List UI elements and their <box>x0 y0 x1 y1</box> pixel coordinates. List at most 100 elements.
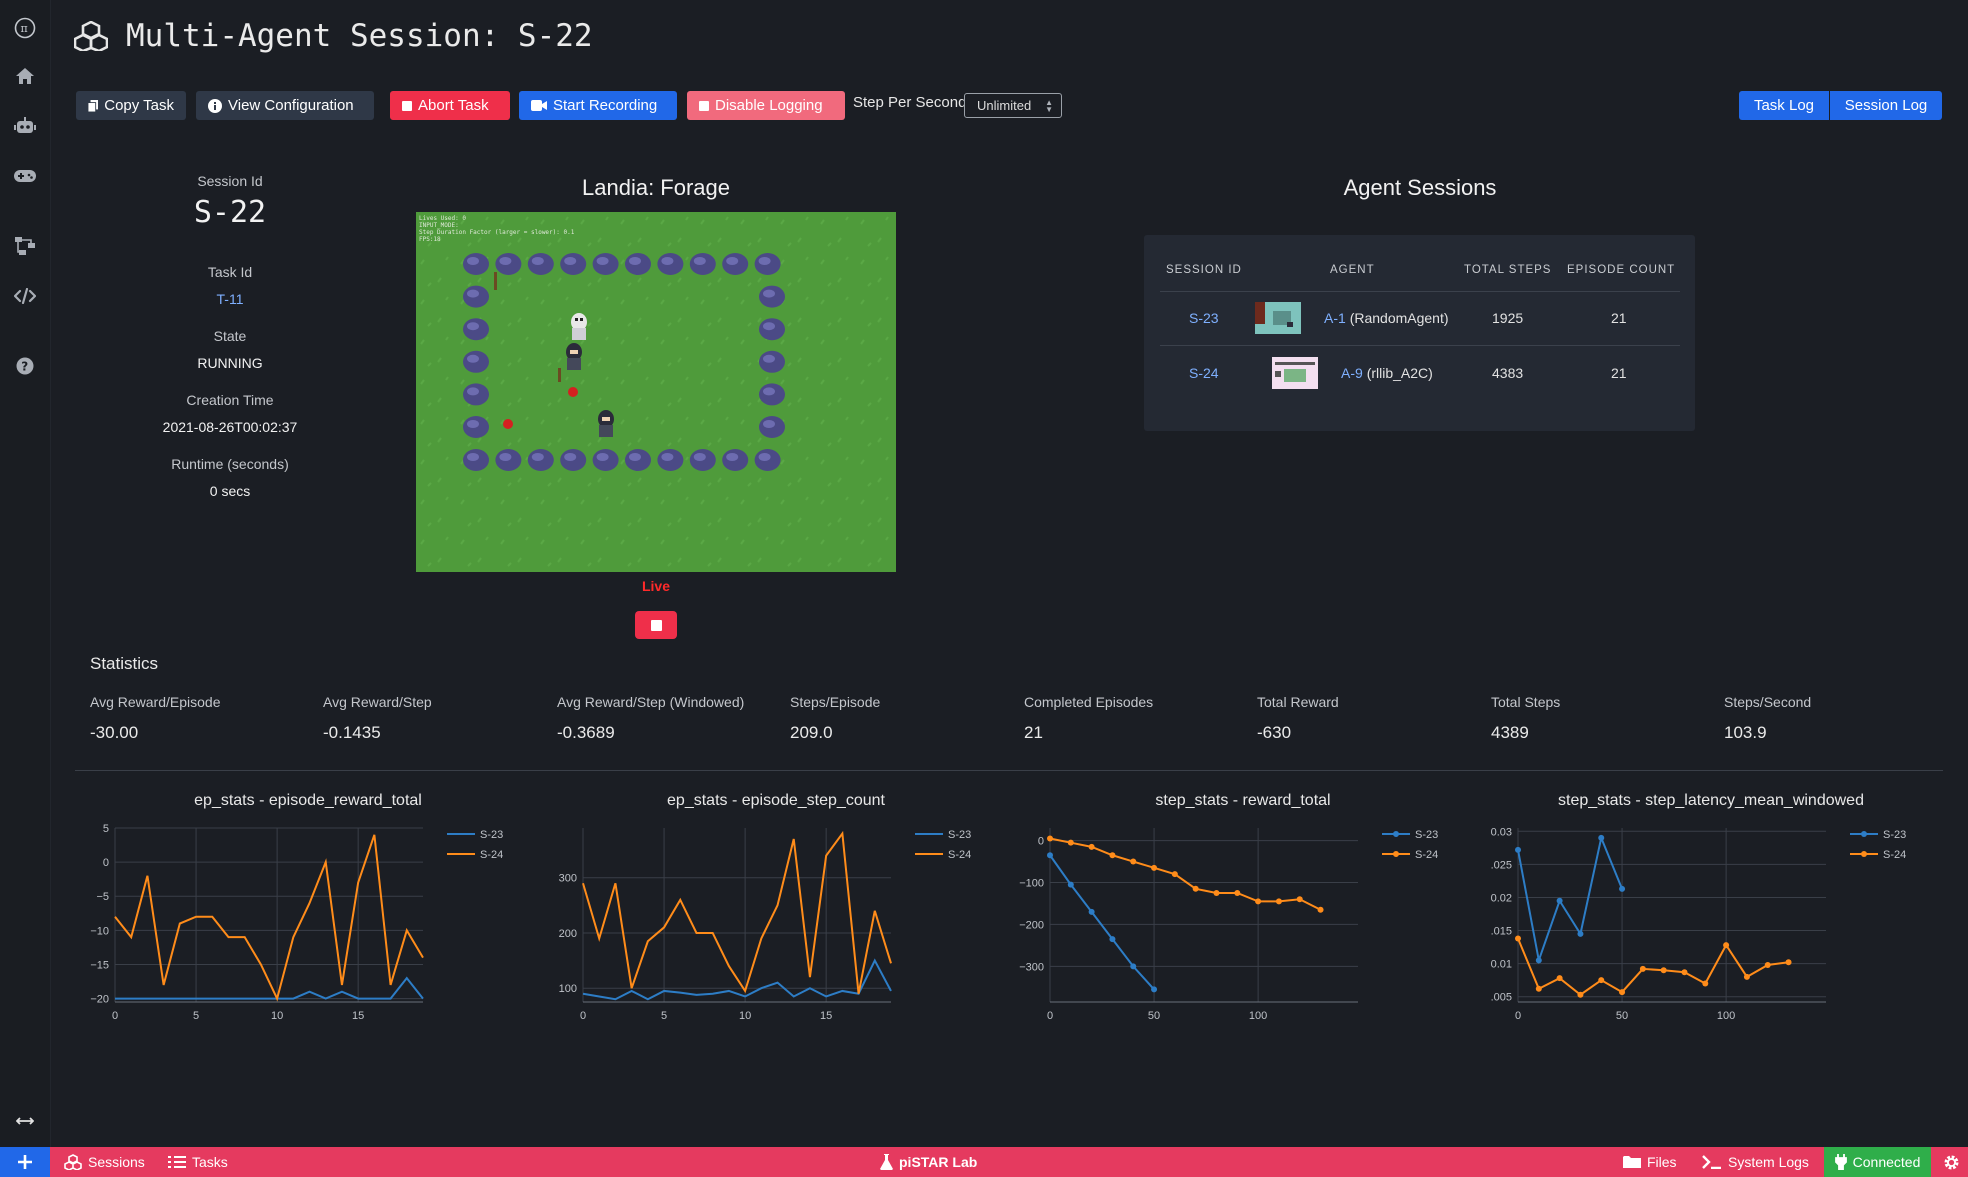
data-point <box>1535 985 1542 992</box>
rock-tile <box>759 318 785 341</box>
chart-step-latency: 0 50 100 0.03 .025 0.02 .015 0.01 .005 S-23 S-24 <box>1491 826 1907 1022</box>
series-line-S-23 <box>1049 854 1155 991</box>
legend-label[interactable]: S-24 <box>480 849 503 861</box>
system-logs-nav[interactable]: System Logs <box>1702 1147 1809 1177</box>
rock-tile <box>463 350 489 373</box>
task-log-button[interactable]: Task Log <box>1739 91 1829 120</box>
creation-time-value: 2021-08-26T00:02:37 <box>162 419 298 435</box>
legend-label[interactable]: S-23 <box>948 829 971 841</box>
session-log-label: Session Log <box>1844 97 1928 114</box>
files-nav[interactable]: Files <box>1623 1147 1677 1177</box>
x-tick-label: 0 <box>112 1010 118 1022</box>
data-point <box>1067 839 1074 846</box>
y-tick-label: 0 <box>1038 836 1044 848</box>
legend-label[interactable]: S-24 <box>948 849 971 861</box>
rock-tile <box>722 449 749 471</box>
agent-link-a1[interactable]: A-1 <box>1324 310 1346 326</box>
stat-value: -630 <box>1257 723 1292 742</box>
data-point <box>1577 930 1584 937</box>
gamepad-icon[interactable] <box>12 163 38 189</box>
start-recording-button[interactable]: Start Recording <box>519 91 677 120</box>
list-icon <box>168 1156 186 1168</box>
stat-label: Avg Reward/Step <box>323 694 432 710</box>
y-tick-label: −20 <box>90 994 109 1006</box>
data-point <box>1556 897 1563 904</box>
game-render: Lives Used: 0INPUT_MODE:Step Duration Fa… <box>416 212 896 572</box>
code-icon[interactable] <box>12 283 38 309</box>
episode-count-cell: 21 <box>1611 310 1627 326</box>
task-log-label: Task Log <box>1753 97 1815 114</box>
runtime-value: 0 secs <box>209 483 251 499</box>
rock-tile <box>759 285 785 308</box>
agent-thumbnail <box>1255 302 1301 334</box>
series-line-S-23 <box>1517 834 1623 965</box>
rock-tile <box>527 449 554 471</box>
terminal-icon <box>1702 1155 1721 1169</box>
legend-label[interactable]: S-23 <box>480 829 503 841</box>
rock-tile <box>463 253 489 275</box>
y-tick-label: −300 <box>1019 961 1044 973</box>
disable-logging-button[interactable]: Disable Logging <box>687 91 845 120</box>
stop-game-button[interactable] <box>635 611 677 639</box>
workflow-icon[interactable] <box>12 233 38 259</box>
session-link-s23[interactable]: S-23 <box>1189 310 1219 326</box>
column-header: EPISODE COUNT <box>1567 264 1676 276</box>
divider <box>1160 345 1680 346</box>
folder-icon <box>1623 1156 1641 1168</box>
step-per-second-select[interactable]: Unlimited ▲ ▼ <box>964 93 1062 118</box>
task-id-link[interactable]: T-11 <box>130 291 330 307</box>
expand-icon[interactable] <box>12 1108 38 1134</box>
agent-sessions-title: Agent Sessions <box>1343 175 1497 200</box>
legend-label[interactable]: S-24 <box>1415 849 1438 861</box>
stat-value: -30.00 <box>90 723 139 742</box>
sessions-nav[interactable]: Sessions <box>64 1147 145 1177</box>
brand-label: piSTAR Lab <box>899 1154 978 1170</box>
copy-task-label: Copy Task <box>104 97 174 114</box>
agent-sprite-white <box>571 313 587 340</box>
rock-tile <box>625 449 651 471</box>
stat-value: 209.0 <box>790 723 833 742</box>
settings-button[interactable] <box>1935 1147 1968 1177</box>
bottom-status-bar: Sessions Tasks piSTAR Lab Files System L… <box>0 1147 1968 1177</box>
rock-tile <box>754 449 781 471</box>
agent-sprite-dark-2 <box>598 410 614 437</box>
live-status: Live <box>641 578 670 594</box>
rock-tile <box>527 253 554 275</box>
legend-marker <box>1861 851 1867 857</box>
data-point <box>1515 846 1521 853</box>
y-tick-label: −100 <box>1019 878 1044 890</box>
y-tick-label: .025 <box>1491 859 1512 871</box>
help-icon[interactable]: ? <box>12 353 38 379</box>
robot-icon[interactable] <box>12 113 38 139</box>
tasks-nav[interactable]: Tasks <box>168 1147 228 1177</box>
files-label: Files <box>1647 1154 1677 1170</box>
series-line-S-24 <box>114 834 424 1002</box>
data-point <box>1764 961 1771 968</box>
game-viewport: Lives Used: 0 INPUT_MODE: Step Duration Fa… <box>416 212 896 572</box>
home-icon[interactable] <box>12 63 38 89</box>
hud-line: INPUT_MODE: <box>419 222 459 229</box>
abort-task-button[interactable]: Abort Task <box>390 91 510 120</box>
data-point <box>1702 980 1709 987</box>
logo-icon[interactable]: π <box>12 15 38 41</box>
legend-label[interactable]: S-23 <box>1883 829 1906 841</box>
legend-label[interactable]: S-24 <box>1883 849 1906 861</box>
add-button[interactable] <box>0 1147 50 1177</box>
x-tick-label: 5 <box>661 1010 667 1022</box>
session-log-button[interactable]: Session Log <box>1830 91 1942 120</box>
agent-link-a9[interactable]: A-9 <box>1341 365 1363 381</box>
rock-tile <box>463 285 489 308</box>
data-point <box>1109 852 1116 859</box>
stat-label: Steps/Episode <box>790 694 881 710</box>
copy-task-button[interactable]: Copy Task <box>76 91 186 120</box>
x-tick-label: 5 <box>193 1010 199 1022</box>
page-title: Multi-Agent Session: S-22 <box>74 18 593 54</box>
y-tick-label: .005 <box>1491 992 1512 1004</box>
legend-label[interactable]: S-23 <box>1415 829 1438 841</box>
view-configuration-button[interactable]: View Configuration <box>196 91 374 120</box>
session-link-s24[interactable]: S-24 <box>1189 365 1219 381</box>
x-tick-label: 10 <box>739 1010 751 1022</box>
column-header: AGENT <box>1330 264 1375 276</box>
column-header: SESSION ID <box>1166 264 1242 276</box>
creation-time-label: Creation Time <box>186 392 274 408</box>
